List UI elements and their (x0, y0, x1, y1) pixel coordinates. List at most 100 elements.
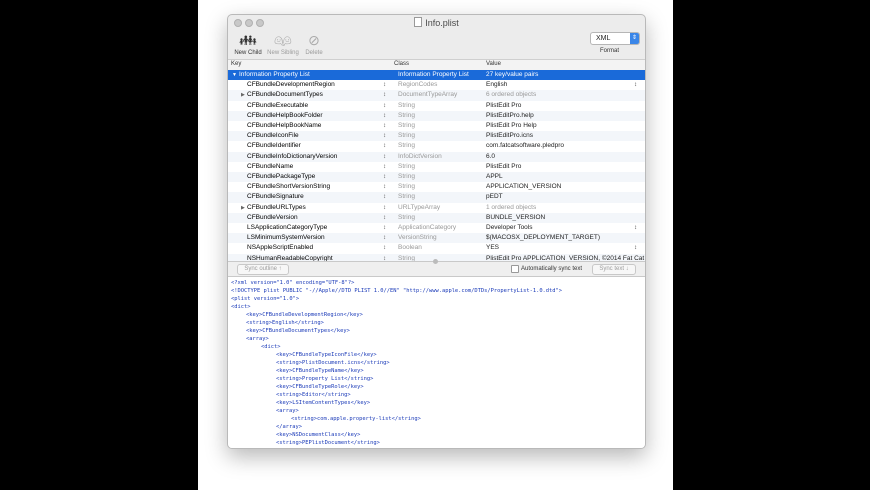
table-row[interactable]: CFBundleVersion ↕ String BUNDLE_VERSION (228, 212, 645, 223)
row-value[interactable]: PlistEdit Pro (486, 101, 521, 111)
row-class: String (398, 111, 415, 119)
split-handle[interactable] (433, 259, 438, 264)
xml-line: <key>CFBundleTypeIconFile</key> (276, 352, 377, 358)
xml-line: <dict> (261, 344, 281, 350)
row-class: URLTypeArray (398, 203, 441, 211)
table-row[interactable]: CFBundleShortVersionString ↕ String APPLICA… (228, 182, 645, 192)
disclosure-closed-icon[interactable]: ▶ (241, 203, 245, 213)
column-key[interactable]: Key (231, 61, 241, 67)
xml-text-view[interactable]: <?xml version="1.0" encoding="UTF-8"?> <!… (228, 277, 645, 448)
row-value[interactable]: PlistEdit Pro (486, 162, 521, 172)
sync-text-button[interactable]: Sync text ↓ (592, 264, 636, 275)
row-class: InfoDictVersion (398, 152, 442, 160)
table-row[interactable]: CFBundleIdentifier ↕ String com.fatcatsoftw… (228, 141, 645, 151)
row-key: CFBundleVersion (247, 213, 298, 221)
row-class: String (398, 162, 415, 170)
table-row[interactable]: CFBundleExecutable ↕ String PlistEdit Pro (228, 101, 645, 111)
row-value[interactable]: PlistEdit Pro Help (486, 121, 537, 131)
delete-icon: ⊘ (308, 32, 320, 48)
auto-sync-checkbox[interactable] (511, 265, 519, 273)
class-stepper-icon[interactable]: ↕ (383, 101, 386, 111)
class-stepper-icon[interactable]: ↕ (383, 254, 386, 261)
class-stepper-icon[interactable]: ↕ (383, 121, 386, 131)
table-row[interactable]: CFBundleSignature ↕ String pEDT (228, 192, 645, 203)
xml-line: <string>PEPlistDocument</string> (276, 440, 380, 446)
class-stepper-icon[interactable]: ↕ (383, 223, 386, 233)
class-stepper-icon[interactable]: ↕ (383, 111, 386, 121)
row-value[interactable]: Developer Tools (486, 223, 533, 233)
row-value[interactable]: APPL (486, 172, 503, 182)
table-row[interactable]: ▶ CFBundleURLTypes ↕ URLTypeArray 1 ordered … (228, 203, 645, 213)
row-value[interactable]: APPLICATION_VERSION (486, 182, 561, 192)
class-stepper-icon[interactable]: ↕ (383, 141, 386, 151)
class-stepper-icon[interactable]: ↕ (383, 213, 386, 223)
table-row[interactable]: NSAppleScriptEnabled ↕ Boolean YES ↕ (228, 243, 645, 253)
format-select[interactable]: XML ⇕ (590, 32, 640, 45)
popup-arrows-icon[interactable]: ↕ (634, 80, 637, 90)
column-class[interactable]: Class (394, 61, 409, 67)
disclosure-open-icon[interactable]: ▼ (232, 70, 237, 80)
row-key: CFBundleHelpBookName (247, 122, 322, 129)
row-value[interactable]: 27 key/value pairs (486, 70, 538, 80)
class-stepper-icon[interactable]: ↕ (383, 192, 386, 202)
row-key: NSAppleScriptEnabled (247, 244, 314, 252)
table-row[interactable]: CFBundleHelpBookFolder ↕ String PlistEditPr… (228, 110, 645, 121)
disclosure-closed-icon[interactable]: ▶ (241, 90, 245, 100)
class-stepper-icon[interactable]: ↕ (383, 172, 386, 182)
row-value[interactable]: pEDT (486, 192, 503, 202)
row-value[interactable]: PlistEditPro.icns (486, 131, 533, 141)
row-class: Boolean (398, 244, 422, 252)
class-stepper-icon[interactable]: ↕ (383, 182, 386, 192)
xml-line: <plist version="1.0"> (231, 296, 300, 302)
row-value[interactable]: 6 ordered objects (486, 90, 536, 100)
table-row[interactable]: LSApplicationCategoryType ↕ ApplicationCat… (228, 223, 645, 233)
row-value[interactable]: PlistEdit Pro APPLICATION_VERSION, ©2014… (486, 254, 645, 261)
row-class: String (398, 213, 415, 221)
class-stepper-icon[interactable]: ↕ (383, 80, 386, 90)
table-row[interactable]: CFBundleDevelopmentRegion ↕ RegionCodes Eng… (228, 80, 645, 90)
new-child-label: New Child (234, 50, 262, 56)
class-stepper-icon[interactable]: ↕ (383, 233, 386, 243)
class-stepper-icon[interactable]: ↕ (383, 90, 386, 100)
new-child-button[interactable]: 👪︎ New Child (230, 32, 266, 56)
row-value[interactable]: PlistEditPro.help (486, 111, 534, 121)
class-stepper-icon[interactable]: ↕ (383, 131, 386, 141)
table-row[interactable]: CFBundleName ↕ String PlistEdit Pro (228, 162, 645, 172)
row-class: String (398, 173, 415, 180)
row-value[interactable]: 1 ordered objects (486, 203, 536, 213)
table-row[interactable]: CFBundleIconFile ↕ String PlistEditPro.icns (228, 131, 645, 142)
table-row[interactable]: CFBundleInfoDictionaryVersion ↕ InfoDictVe… (228, 151, 645, 162)
xml-line: <!DOCTYPE plist PUBLIC "-//Apple//DTD PL… (231, 288, 563, 294)
window-title-text: Info.plist (425, 18, 459, 28)
delete-button[interactable]: ⊘ Delete (296, 32, 332, 56)
table-row[interactable]: CFBundleHelpBookName ↕ String PlistEdit Pro… (228, 121, 645, 131)
popup-arrows-icon[interactable]: ↕ (634, 223, 637, 233)
sync-outline-button[interactable]: Sync outline ↑ (237, 264, 289, 275)
class-stepper-icon[interactable]: ↕ (383, 203, 386, 213)
row-class: String (398, 122, 415, 129)
row-key: CFBundleURLTypes (247, 203, 306, 211)
row-key: CFBundleDocumentTypes (247, 91, 323, 99)
row-value[interactable]: BUNDLE_VERSION (486, 213, 545, 223)
column-value[interactable]: Value (486, 61, 501, 67)
row-value[interactable]: 6.0 (486, 152, 495, 162)
row-value[interactable]: English (486, 80, 507, 90)
table-row[interactable]: LSMinimumSystemVersion ↕ VersionString $(MA… (228, 233, 645, 244)
updown-arrows-icon: ⇕ (630, 33, 639, 44)
class-stepper-icon[interactable]: ↕ (383, 243, 386, 253)
row-key: CFBundleIdentifier (247, 142, 301, 150)
table-row[interactable]: CFBundlePackageType ↕ String APPL (228, 172, 645, 183)
xml-line: <string>Editor</string> (276, 392, 351, 398)
auto-sync-label: Automatically sync text (521, 266, 583, 272)
table-row[interactable]: ▼ Information Property List Information Pr… (228, 70, 645, 81)
class-stepper-icon[interactable]: ↕ (383, 152, 386, 162)
row-value[interactable]: YES (486, 243, 499, 253)
class-stepper-icon[interactable]: ↕ (383, 162, 386, 172)
format-label: Format (600, 48, 620, 54)
row-value[interactable]: com.fatcatsoftware.pledpro (486, 141, 564, 151)
popup-arrows-icon[interactable]: ↕ (634, 243, 637, 253)
row-value[interactable]: $(MACOSX_DEPLOYMENT_TARGET) (486, 233, 600, 243)
new-sibling-label: New Sibling (267, 50, 299, 56)
xml-line: <string>PlistDocument.icns</string> (276, 360, 390, 366)
table-row[interactable]: ▶ CFBundleDocumentTypes ↕ DocumentTypeArray… (228, 90, 645, 101)
